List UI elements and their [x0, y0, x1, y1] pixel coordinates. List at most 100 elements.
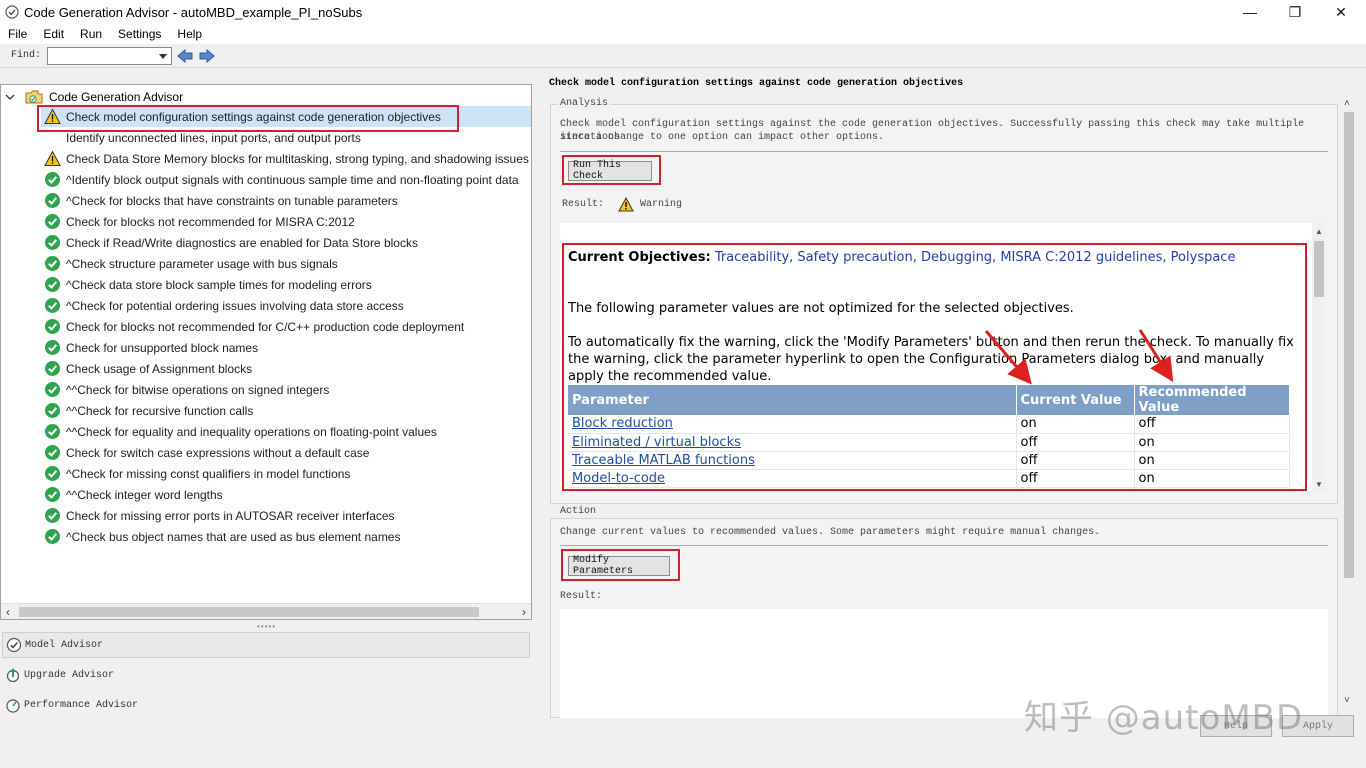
tree-item[interactable]: Check for missing error ports in AUTOSAR… — [41, 505, 531, 526]
tree-item-label: Check for switch case expressions withou… — [66, 445, 370, 460]
upgrade-advisor-label: Upgrade Advisor — [24, 669, 115, 681]
performance-advisor-button[interactable]: Performance Advisor — [2, 692, 530, 718]
parameter-link[interactable]: Traceable MATLAB functions — [572, 453, 755, 468]
column-header: Current Value — [1016, 385, 1135, 415]
check-pass-icon — [45, 340, 60, 355]
details-vertical-scrollbar[interactable]: ˄ ˅ — [1342, 98, 1356, 708]
warning-icon — [618, 197, 634, 212]
menu-run[interactable]: Run — [72, 27, 110, 41]
objectives-label: Current Objectives: — [568, 250, 711, 265]
scrollbar-thumb[interactable] — [1314, 241, 1324, 297]
recommended-value-cell: off — [1134, 415, 1290, 434]
tree-item[interactable]: ^^Check for bitwise operations on signed… — [41, 379, 531, 400]
recommended-value-cell: on — [1134, 487, 1290, 489]
parameter-link[interactable]: Block reduction — [572, 416, 673, 431]
tree-item[interactable]: Check for unsupported block names — [41, 337, 531, 358]
tree-item[interactable]: ^Identify block output signals with cont… — [41, 169, 531, 190]
window-title: Code Generation Advisor - autoMBD_exampl… — [24, 4, 363, 20]
parameter-cell[interactable]: Model-to-code — [568, 469, 1017, 488]
action-result-label: Result: — [560, 591, 603, 602]
tree-item[interactable]: ^Check structure parameter usage with bu… — [41, 253, 531, 274]
current-value-cell: off — [1016, 469, 1135, 488]
tree-root[interactable]: Code Generation Advisor — [5, 87, 183, 107]
tree-item-label: Check if Read/Write diagnostics are enab… — [66, 235, 418, 250]
menu-settings[interactable]: Settings — [110, 27, 169, 41]
parameter-cell[interactable]: Block reduction — [568, 415, 1017, 434]
check-pass-icon — [45, 508, 60, 523]
restore-button[interactable]: ❐ — [1272, 0, 1318, 24]
parameter-cell[interactable]: Traceable MATLAB functions — [568, 451, 1017, 470]
tree-item[interactable]: Check for switch case expressions withou… — [41, 442, 531, 463]
check-pass-icon — [45, 466, 60, 481]
tree-item[interactable]: Check Data Store Memory blocks for multi… — [41, 148, 531, 169]
find-input[interactable] — [47, 46, 173, 65]
tree-item[interactable]: ^Check data store block sample times for… — [41, 274, 531, 295]
upgrade-icon — [6, 668, 20, 683]
check-title: Check model configuration settings again… — [549, 78, 964, 89]
tree-item[interactable]: Check usage of Assignment blocks — [41, 358, 531, 379]
tree-item[interactable]: ^Check for blocks that have constraints … — [41, 190, 531, 211]
check-pass-icon — [45, 298, 60, 313]
scrollbar-thumb[interactable] — [1344, 112, 1354, 578]
tree-item-label: ^Check for missing const qualifiers in m… — [66, 466, 351, 481]
scroll-down-icon[interactable]: ˅ — [1344, 695, 1350, 706]
watermark: 知乎 @autoMBD — [1024, 698, 1304, 738]
scroll-right-icon[interactable]: › — [522, 605, 526, 619]
parameter-cell[interactable]: Code-to-model — [568, 487, 1017, 490]
tree-item[interactable]: Check if Read/Write diagnostics are enab… — [41, 232, 531, 253]
tree-item-label: Check usage of Assignment blocks — [66, 361, 253, 376]
tree-item[interactable]: Check for blocks not recommended for C/C… — [41, 316, 531, 337]
run-button-highlight — [562, 155, 661, 185]
menu-help[interactable]: Help — [169, 27, 210, 41]
scrollbar-thumb[interactable] — [19, 607, 479, 617]
minimize-button[interactable]: — — [1227, 0, 1273, 24]
parameter-link[interactable]: Code-to-model — [572, 489, 668, 490]
model-advisor-button[interactable]: Model Advisor — [2, 632, 530, 658]
check-pass-icon — [45, 529, 60, 544]
check-tree-panel: Code Generation Advisor Check model conf… — [0, 84, 532, 620]
tree-item[interactable]: ^Check for missing const qualifiers in m… — [41, 463, 531, 484]
modify-button-highlight — [561, 549, 680, 581]
check-pass-icon — [45, 277, 60, 292]
parameter-link[interactable]: Eliminated / virtual blocks — [572, 435, 741, 450]
report-vertical-scrollbar[interactable]: ▲ ▼ — [1312, 223, 1326, 491]
menu-file[interactable]: File — [0, 27, 35, 41]
recommended-value-cell: on — [1134, 433, 1290, 452]
recommended-value-cell: on — [1134, 469, 1290, 488]
chevron-down-icon[interactable] — [5, 92, 15, 102]
parameter-link[interactable]: Model-to-code — [572, 471, 665, 486]
arrow-left-icon[interactable] — [176, 48, 194, 64]
tree-item-label: ^Check bus object names that are used as… — [66, 529, 401, 544]
tree-item-label: ^Check data store block sample times for… — [66, 277, 372, 292]
tree-item[interactable]: Identify unconnected lines, input ports,… — [41, 127, 531, 148]
close-button[interactable]: ✕ — [1318, 0, 1364, 24]
tree-item-label: Check for missing error ports in AUTOSAR… — [66, 508, 395, 523]
arrow-right-icon[interactable] — [198, 48, 216, 64]
scroll-up-icon[interactable]: ˄ — [1344, 98, 1350, 109]
parameter-cell[interactable]: Eliminated / virtual blocks — [568, 433, 1017, 452]
tree-item[interactable]: ^^Check integer word lengths — [41, 484, 531, 505]
tree-item[interactable]: ^Check for potential ordering issues inv… — [41, 295, 531, 316]
tree-item-label: Check Data Store Memory blocks for multi… — [66, 151, 529, 166]
splitter-grip[interactable]: ••••• — [257, 622, 276, 631]
tree-item[interactable]: Check model configuration settings again… — [37, 105, 531, 132]
menu-bar: File Edit Run Settings Help — [0, 24, 1366, 44]
scroll-down-icon[interactable]: ▼ — [1315, 480, 1323, 489]
upgrade-advisor-button[interactable]: Upgrade Advisor — [2, 662, 530, 688]
check-details-panel: Check model configuration settings again… — [540, 68, 1366, 718]
folder-advisor-icon — [25, 90, 43, 104]
tree-item[interactable]: ^Check bus object names that are used as… — [41, 526, 531, 547]
tree-item[interactable]: Check for blocks not recommended for MIS… — [41, 211, 531, 232]
find-label: Find: — [11, 50, 42, 61]
scroll-up-icon[interactable]: ▲ — [1315, 227, 1323, 236]
current-value-cell: off — [1016, 433, 1135, 452]
gauge-icon — [6, 699, 20, 713]
menu-edit[interactable]: Edit — [35, 27, 72, 41]
scroll-left-icon[interactable]: ‹ — [6, 605, 10, 619]
action-divider — [560, 545, 1328, 546]
tree-item[interactable]: ^^Check for recursive function calls — [41, 400, 531, 421]
table-row: Block reduction on off — [568, 415, 1290, 434]
horizontal-scrollbar[interactable]: ‹ › — [1, 603, 531, 619]
blank-status-icon — [44, 129, 61, 146]
tree-item[interactable]: ^^Check for equality and inequality oper… — [41, 421, 531, 442]
